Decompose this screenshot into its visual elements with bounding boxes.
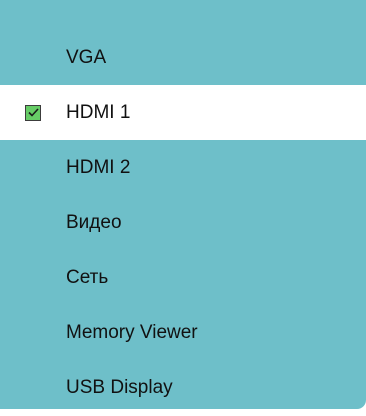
menu-item-label: Видео — [66, 211, 122, 233]
menu-item-label: Memory Viewer — [66, 321, 198, 343]
input-source-menu: VGA HDMI 1 HDMI 2 Видео Сеть Memory View… — [0, 0, 366, 409]
menu-item-vga[interactable]: VGA — [0, 30, 366, 85]
menu-item-network[interactable]: Сеть — [0, 250, 366, 305]
menu-item-hdmi-2[interactable]: HDMI 2 — [0, 140, 366, 195]
menu-item-label: USB Display — [66, 376, 173, 398]
menu-item-label: HDMI 2 — [66, 156, 131, 178]
checkbox-checked-icon — [25, 104, 41, 121]
menu-item-hdmi-1[interactable]: HDMI 1 — [0, 85, 366, 140]
menu-item-video[interactable]: Видео — [0, 195, 366, 250]
menu-item-usb-display[interactable]: USB Display — [0, 360, 366, 415]
menu-item-label: Сеть — [66, 266, 109, 288]
menu-item-label: HDMI 1 — [66, 101, 131, 123]
menu-item-label: VGA — [66, 46, 107, 68]
menu-item-memory-viewer[interactable]: Memory Viewer — [0, 305, 366, 360]
